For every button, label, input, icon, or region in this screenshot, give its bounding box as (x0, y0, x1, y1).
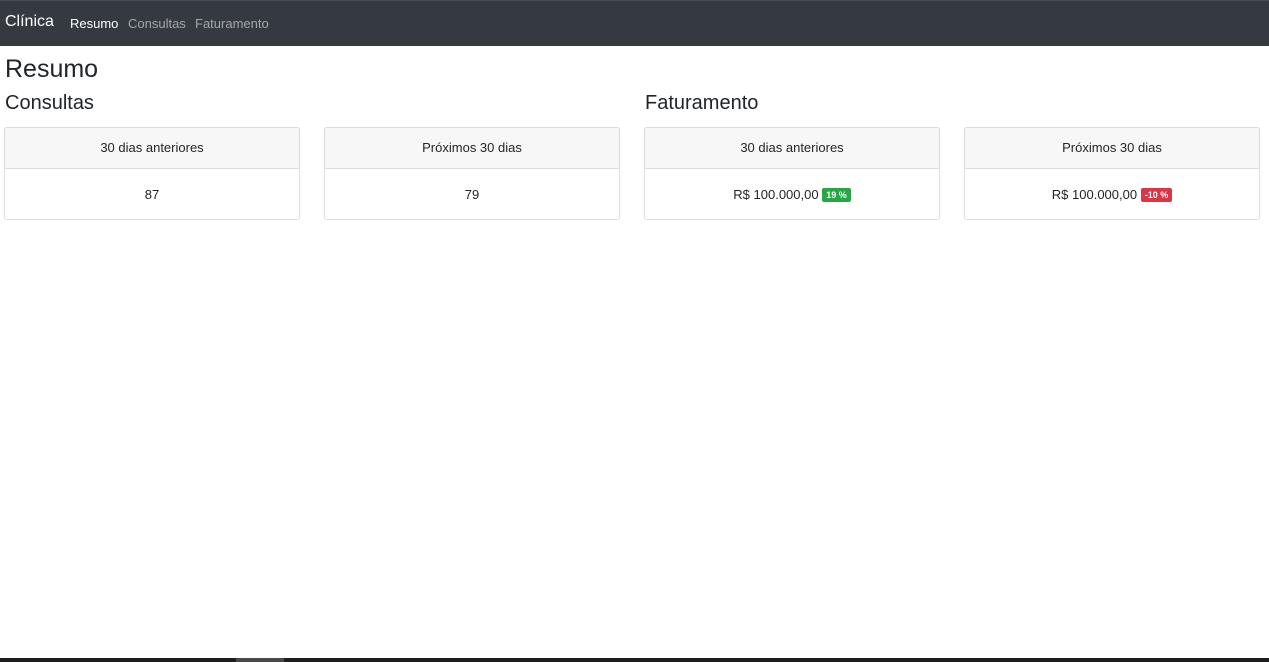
card-value: 87 (144, 187, 160, 202)
taskbar-active-item[interactable] (236, 658, 284, 662)
card-header: 30 dias anteriores (5, 128, 299, 169)
top-navbar: Clínica Resumo Consultas Faturamento (0, 0, 1269, 46)
page-title: Resumo (5, 55, 99, 83)
card-body: R$ 100.000,00 19 % (645, 169, 939, 219)
faturamento-next-card: Próximos 30 dias R$ 100.000,00 -10 % (964, 127, 1260, 220)
taskbar (0, 658, 1269, 662)
card-body: 87 (5, 169, 299, 219)
card-value: R$ 100.000,00 (1051, 187, 1138, 202)
consultas-next-card: Próximos 30 dias 79 (324, 127, 620, 220)
section-title-consultas: Consultas (5, 92, 94, 114)
consultas-previous-card: 30 dias anteriores 87 (4, 127, 300, 220)
change-badge: -10 % (1140, 187, 1173, 202)
card-header: Próximos 30 dias (325, 128, 619, 169)
card-value: 79 (464, 187, 480, 202)
brand-link[interactable]: Clínica (5, 13, 54, 31)
card-body: 79 (325, 169, 619, 219)
nav-link-faturamento[interactable]: Faturamento (195, 16, 269, 31)
card-body: R$ 100.000,00 -10 % (965, 169, 1259, 219)
change-badge: 19 % (822, 187, 851, 202)
faturamento-previous-card: 30 dias anteriores R$ 100.000,00 19 % (644, 127, 940, 220)
section-title-faturamento: Faturamento (645, 92, 759, 114)
card-header: Próximos 30 dias (965, 128, 1259, 169)
card-value: R$ 100.000,00 (733, 187, 819, 202)
card-header: 30 dias anteriores (645, 128, 939, 169)
nav-link-resumo[interactable]: Resumo (70, 16, 118, 31)
nav-link-consultas[interactable]: Consultas (128, 16, 186, 31)
